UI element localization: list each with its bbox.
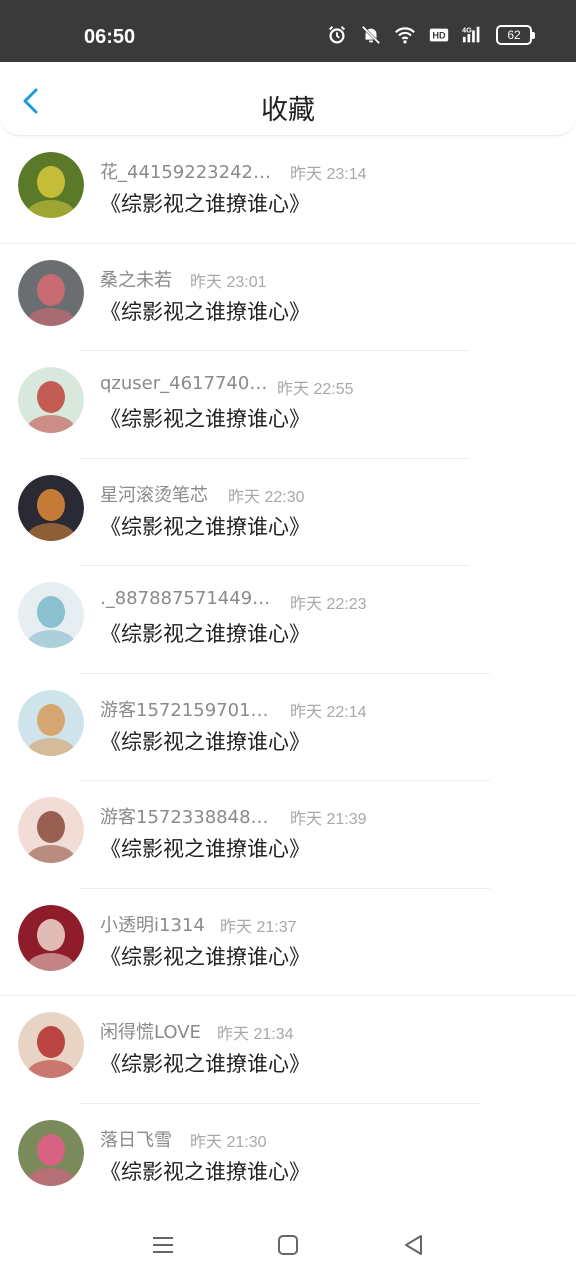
user-name: qzuser_461774091 bbox=[100, 373, 272, 394]
timestamp: 昨天 22:55 bbox=[277, 381, 354, 398]
svg-text:HD: HD bbox=[432, 31, 446, 41]
back-triangle-icon[interactable] bbox=[397, 1229, 429, 1261]
user-name: ._8878875714490... bbox=[100, 588, 272, 609]
avatar[interactable] bbox=[18, 797, 84, 863]
home-square-icon[interactable] bbox=[272, 1229, 304, 1261]
app-header: 收藏 bbox=[0, 62, 576, 136]
timestamp: 昨天 22:23 bbox=[290, 596, 367, 613]
avatar[interactable] bbox=[18, 474, 84, 541]
timestamp: 昨天 23:01 bbox=[190, 273, 267, 291]
user-name: 闲得慌LOVE bbox=[100, 1022, 201, 1043]
menu-icon[interactable] bbox=[147, 1229, 179, 1261]
avatar[interactable] bbox=[18, 152, 84, 218]
list-item[interactable]: qzuser_461774091 昨天 22:55 《综影视之谁撩谁心》 bbox=[0, 351, 576, 459]
avatar[interactable] bbox=[18, 1119, 84, 1186]
timestamp: 昨天 21:37 bbox=[220, 918, 297, 936]
wifi-icon bbox=[395, 27, 415, 44]
avatar[interactable] bbox=[18, 367, 84, 433]
user-name: 花_441592232424... bbox=[100, 162, 272, 183]
book-title[interactable]: 《综影视之谁撩谁心》 bbox=[100, 941, 310, 971]
signal-4g-icon: 4G bbox=[462, 25, 480, 43]
svg-text:4G: 4G bbox=[462, 25, 472, 34]
list-item[interactable]: 星河滚烫笔芯 昨天 22:30 《综影视之谁撩谁心》 bbox=[0, 459, 576, 566]
book-title[interactable]: 《综影视之谁撩谁心》 bbox=[100, 511, 310, 541]
avatar[interactable] bbox=[18, 689, 84, 756]
status-icons: HD 4G 62 bbox=[326, 24, 535, 46]
list-item[interactable]: 桑之未若 昨天 23:01 《综影视之谁撩谁心》 bbox=[0, 244, 576, 351]
avatar[interactable] bbox=[18, 259, 84, 326]
timestamp: 昨天 21:30 bbox=[190, 1133, 267, 1151]
list-item[interactable]: 游客15723388486... 昨天 21:39 《综影视之谁撩谁心》 bbox=[0, 781, 576, 889]
list-item[interactable]: 闲得慌LOVE 昨天 21:34 《综影视之谁撩谁心》 bbox=[0, 996, 576, 1104]
page-title: 收藏 bbox=[261, 95, 315, 126]
user-name: 游客15723388486... bbox=[100, 807, 272, 828]
book-title[interactable]: 《综影视之谁撩谁心》 bbox=[100, 403, 310, 433]
book-title[interactable]: 《综影视之谁撩谁心》 bbox=[100, 618, 310, 648]
user-name: 落日飞雪 bbox=[100, 1129, 172, 1151]
timestamp: 昨天 23:14 bbox=[290, 166, 367, 183]
book-title[interactable]: 《综影视之谁撩谁心》 bbox=[100, 833, 310, 863]
list-item[interactable]: 花_441592232424... 昨天 23:14 《综影视之谁撩谁心》 bbox=[0, 136, 576, 244]
list-item[interactable]: ._8878875714490... 昨天 22:23 《综影视之谁撩谁心》 bbox=[0, 566, 576, 674]
timestamp: 昨天 21:34 bbox=[217, 1026, 294, 1043]
battery-indicator: 62 bbox=[496, 25, 535, 45]
book-title[interactable]: 《综影视之谁撩谁心》 bbox=[100, 296, 310, 326]
system-navbar bbox=[0, 1210, 576, 1280]
list-item[interactable]: 小透明i1314 昨天 21:37 《综影视之谁撩谁心》 bbox=[0, 889, 576, 996]
mute-icon bbox=[361, 25, 381, 45]
book-title[interactable]: 《综影视之谁撩谁心》 bbox=[100, 726, 310, 756]
timestamp: 昨天 22:14 bbox=[290, 703, 367, 721]
status-bar: 06:50 HD 4G 62 bbox=[0, 0, 576, 62]
avatar[interactable] bbox=[18, 1012, 84, 1078]
alarm-icon bbox=[328, 26, 346, 44]
favorites-list: 花_441592232424... 昨天 23:14 《综影视之谁撩谁心》 桑之未若昨… bbox=[0, 136, 576, 1211]
book-title[interactable]: 《综影视之谁撩谁心》 bbox=[100, 1156, 310, 1186]
user-name: 桑之未若 bbox=[100, 269, 172, 291]
book-title[interactable]: 《综影视之谁撩谁心》 bbox=[100, 188, 310, 218]
avatar[interactable] bbox=[18, 582, 84, 648]
user-name: 游客15721597018... bbox=[100, 699, 272, 721]
user-name: 小透明i1314 bbox=[100, 914, 205, 936]
status-time: 06:50 bbox=[84, 26, 136, 48]
hd-icon: HD bbox=[429, 28, 449, 42]
timestamp: 昨天 22:30 bbox=[228, 488, 305, 506]
timestamp: 昨天 21:39 bbox=[290, 811, 367, 828]
user-name: 星河滚烫笔芯 bbox=[100, 484, 208, 506]
list-item[interactable]: 游客15721597018... 昨天 22:14 《综影视之谁撩谁心》 bbox=[0, 674, 576, 781]
book-title[interactable]: 《综影视之谁撩谁心》 bbox=[100, 1048, 310, 1078]
list-item[interactable]: 落日飞雪 昨天 21:30 《综影视之谁撩谁心》 bbox=[0, 1104, 576, 1211]
avatar[interactable] bbox=[18, 904, 84, 971]
